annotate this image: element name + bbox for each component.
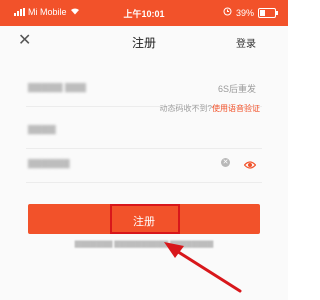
annotation-arrow [164,242,242,293]
phone-screen: Mi Mobile 上午10:01 39% ✕ 注册 登录 ▇▇▇▇▇ ▇▇▇ … [0,0,288,300]
